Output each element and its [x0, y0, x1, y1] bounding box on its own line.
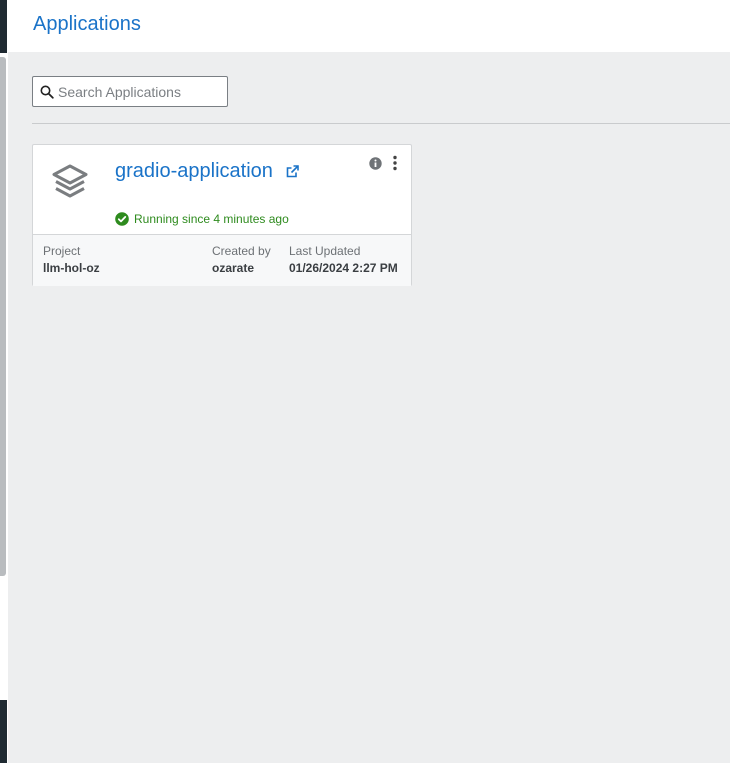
search-field[interactable] — [32, 76, 228, 107]
info-icon[interactable] — [369, 157, 382, 170]
kebab-menu-icon[interactable] — [391, 155, 399, 171]
application-card: gradio-application Running since 4 minut… — [32, 144, 412, 286]
external-link-icon[interactable] — [285, 164, 300, 179]
nav-sidebar-edge-top — [0, 0, 7, 53]
nav-sidebar-edge-bottom — [0, 700, 7, 763]
status-indicator: Running since 4 minutes ago — [115, 211, 289, 227]
divider — [32, 123, 730, 124]
search-icon — [40, 85, 54, 99]
created-by-label: Created by — [212, 244, 271, 258]
search-input[interactable] — [58, 77, 223, 106]
scrollbar-thumb[interactable] — [0, 57, 6, 576]
created-by-value: ozarate — [212, 261, 255, 275]
application-name-link[interactable]: gradio-application — [115, 160, 273, 183]
status-text: Running since 4 minutes ago — [134, 212, 289, 226]
page-title: Applications — [33, 13, 141, 35]
page-header: Applications — [8, 0, 730, 52]
left-edge — [0, 0, 8, 763]
card-footer: Project llm-hol-oz Created by ozarate La… — [33, 234, 411, 286]
project-value: llm-hol-oz — [43, 261, 100, 275]
check-circle-icon — [115, 212, 129, 226]
project-label: Project — [43, 244, 81, 258]
last-updated-label: Last Updated — [289, 244, 361, 258]
layers-icon — [52, 164, 88, 198]
last-updated-value: 01/26/2024 2:27 PM — [289, 261, 398, 275]
